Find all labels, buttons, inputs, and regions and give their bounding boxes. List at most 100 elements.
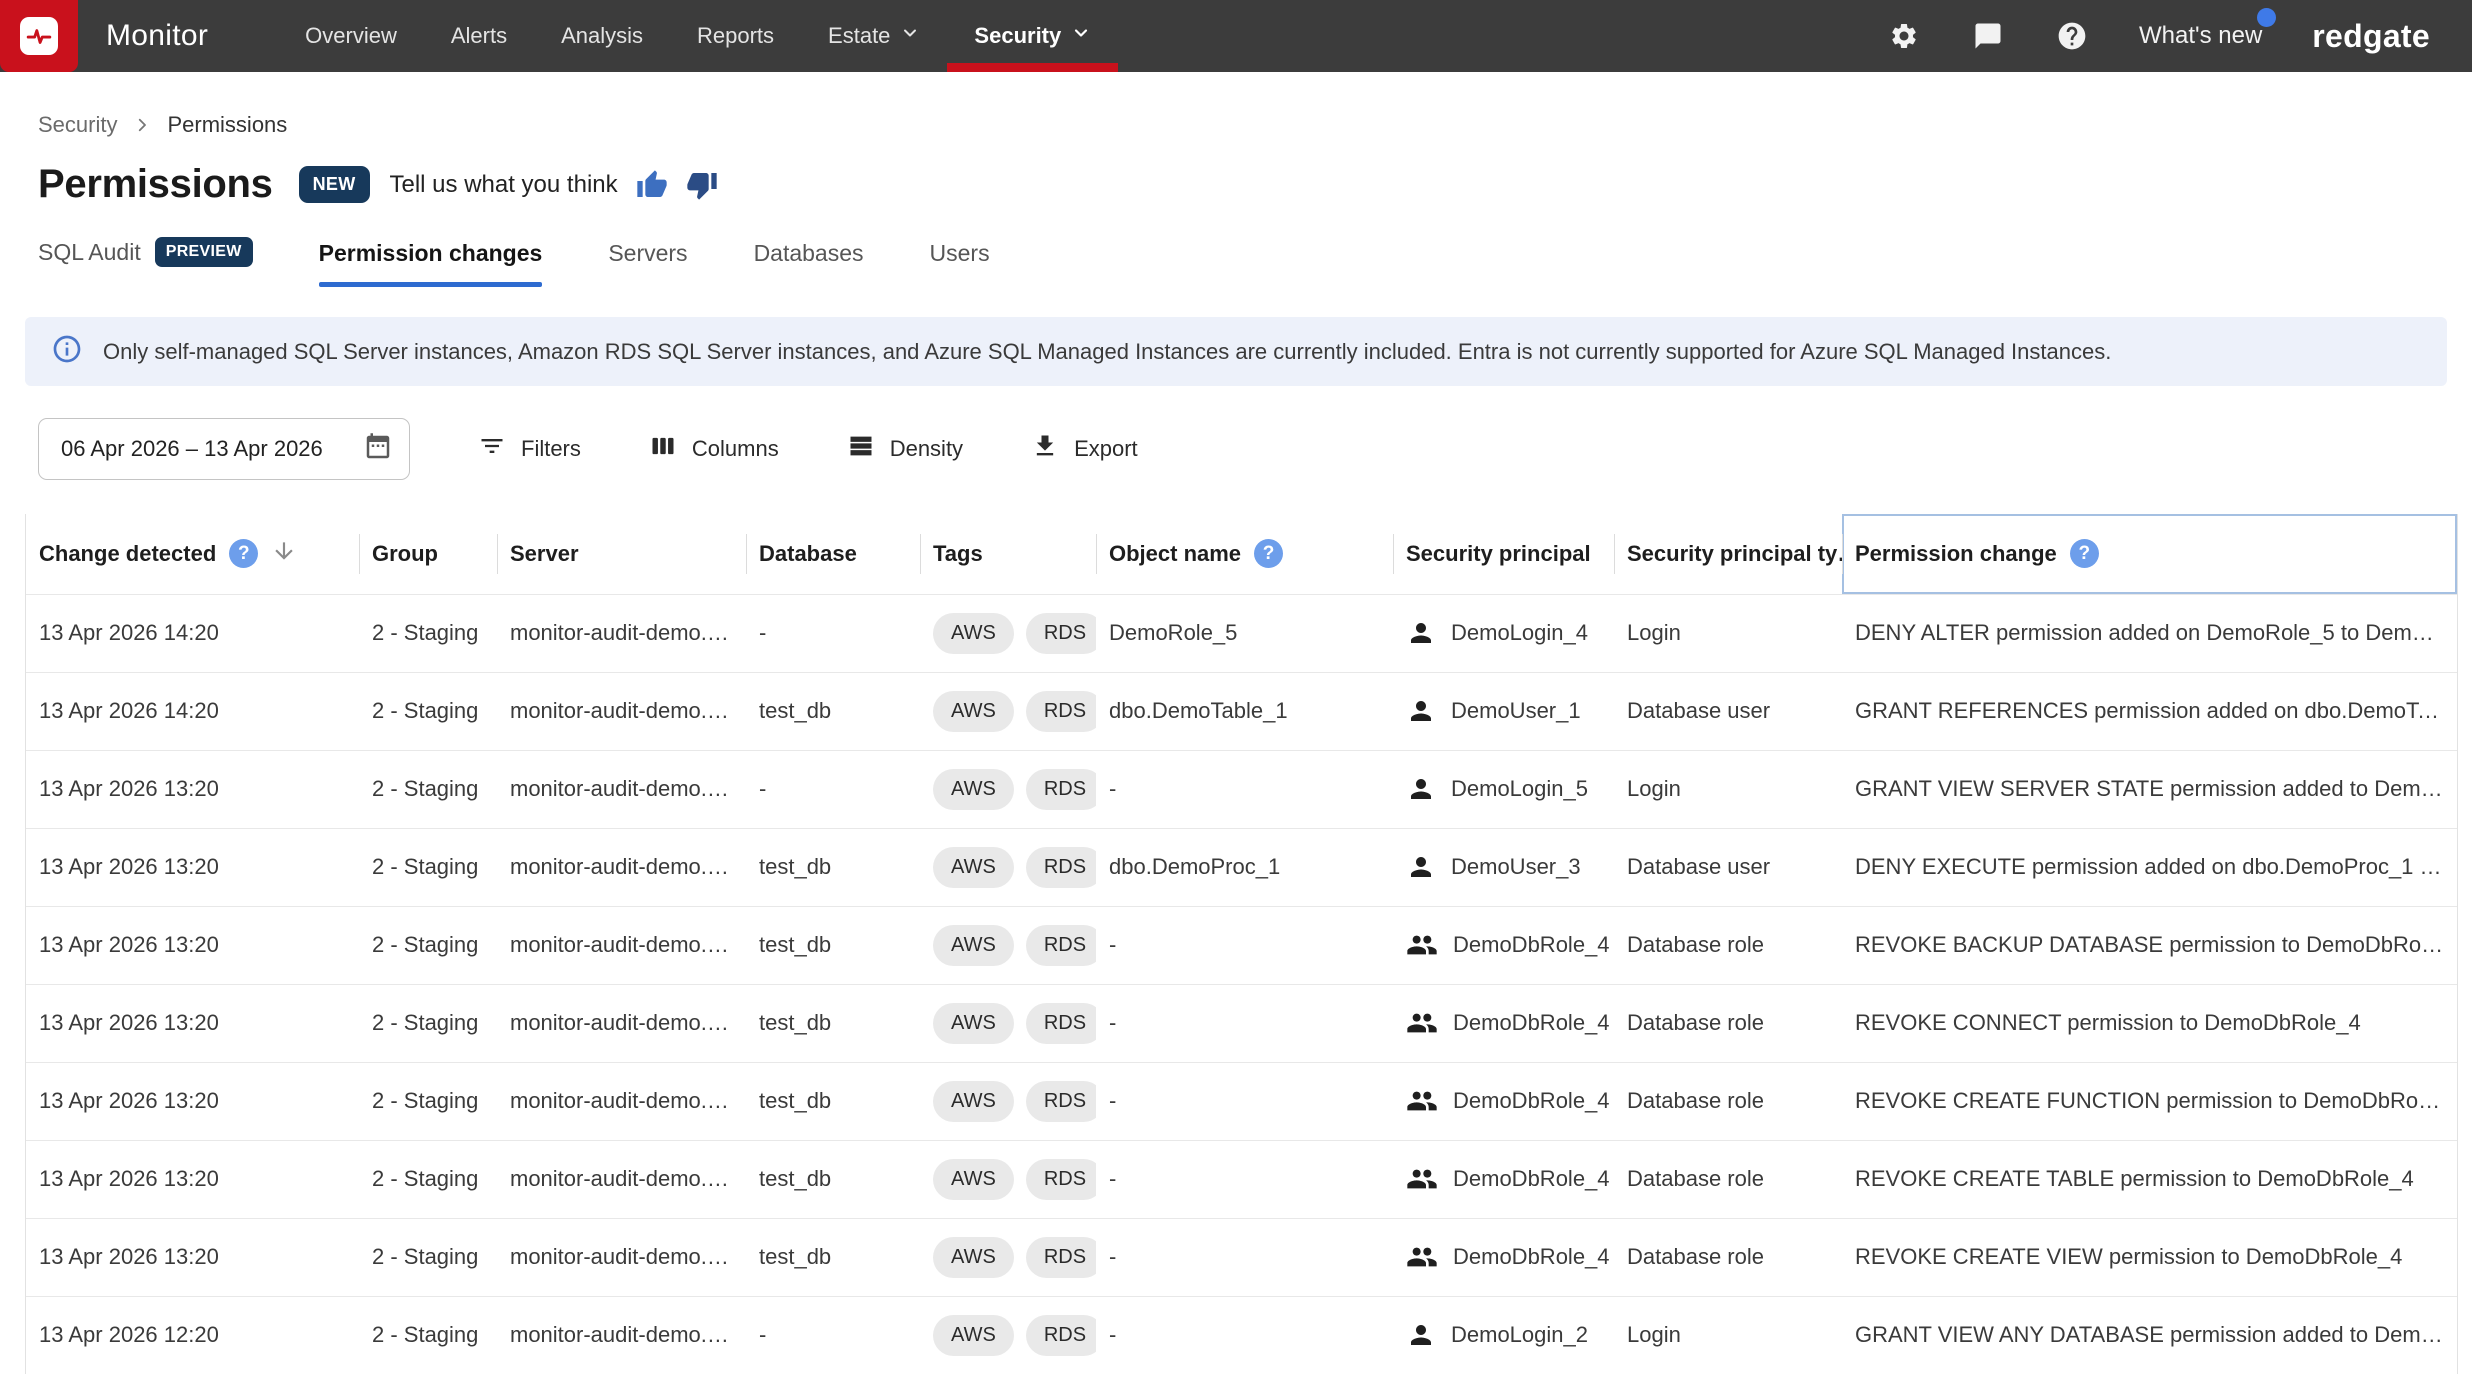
cell-group: 2 - Staging: [359, 906, 497, 984]
table-row[interactable]: 13 Apr 2026 13:20 2 - Staging monitor-au…: [26, 1140, 2457, 1218]
brand-title: Monitor: [106, 19, 208, 53]
chat-icon[interactable]: [1971, 19, 2005, 53]
thumb-down-icon[interactable]: [686, 169, 718, 201]
column-header-database[interactable]: Database: [746, 514, 920, 594]
help-circle-icon[interactable]: [2055, 19, 2089, 53]
question-help-icon[interactable]: ?: [2070, 539, 2099, 568]
tab-bar: SQL Audit PREVIEW Permission changes Ser…: [38, 237, 2472, 287]
tab-sql-audit[interactable]: SQL Audit PREVIEW: [38, 237, 253, 287]
cell-object-name: -: [1096, 1140, 1393, 1218]
tab-servers[interactable]: Servers: [608, 240, 687, 287]
cell-object-name: -: [1096, 906, 1393, 984]
date-range-picker[interactable]: 06 Apr 2026 – 13 Apr 2026: [38, 418, 410, 480]
whats-new-link[interactable]: What's new: [2139, 22, 2262, 50]
tag-pill: RDS: [1026, 847, 1096, 888]
user-group-icon: [1406, 929, 1438, 961]
nav-item-analysis[interactable]: Analysis: [534, 0, 670, 72]
cell-change-detected: 13 Apr 2026 14:20: [26, 594, 359, 672]
tag-pill: AWS: [933, 925, 1014, 966]
redgate-logo[interactable]: redgate: [2312, 18, 2430, 55]
table-row[interactable]: 13 Apr 2026 14:20 2 - Staging monitor-au…: [26, 594, 2457, 672]
cell-permission-change: DENY EXECUTE permission added on dbo.Dem…: [1842, 828, 2457, 906]
cell-principal-type: Database user: [1614, 828, 1842, 906]
cell-permission-change: REVOKE CREATE FUNCTION permission to Dem…: [1842, 1062, 2457, 1140]
user-icon: [1406, 852, 1436, 882]
calendar-icon: [363, 432, 393, 467]
thumb-up-icon[interactable]: [636, 169, 668, 201]
table-row[interactable]: 13 Apr 2026 13:20 2 - Staging monitor-au…: [26, 828, 2457, 906]
notification-dot: [2257, 8, 2276, 27]
cell-principal-type: Login: [1614, 594, 1842, 672]
question-help-icon[interactable]: ?: [1254, 539, 1283, 568]
column-header-security-principal-type[interactable]: Security principal ty…: [1614, 514, 1842, 594]
nav-item-estate[interactable]: Estate: [801, 0, 947, 72]
nav-item-overview[interactable]: Overview: [278, 0, 424, 72]
pulse-logo-icon: [20, 17, 58, 55]
cell-database: test_db: [746, 984, 920, 1062]
columns-button[interactable]: Columns: [643, 431, 785, 467]
cell-security-principal: DemoDbRole_4: [1393, 906, 1614, 984]
column-header-permission-change[interactable]: Permission change ?: [1842, 514, 2457, 594]
cell-object-name: -: [1096, 984, 1393, 1062]
user-icon: [1406, 774, 1436, 804]
column-header-change-detected[interactable]: Change detected ?: [26, 514, 359, 594]
sort-desc-icon[interactable]: [271, 538, 297, 570]
tab-permission-changes[interactable]: Permission changes: [319, 240, 543, 287]
user-group-icon: [1406, 1007, 1438, 1039]
tab-databases[interactable]: Databases: [754, 240, 864, 287]
user-group-icon: [1406, 1241, 1438, 1273]
density-button[interactable]: Density: [841, 431, 969, 467]
chevron-down-icon: [1071, 23, 1091, 49]
column-header-tags[interactable]: Tags: [920, 514, 1096, 594]
column-header-server[interactable]: Server: [497, 514, 746, 594]
column-header-group[interactable]: Group: [359, 514, 497, 594]
cell-object-name: -: [1096, 1218, 1393, 1296]
app-logo[interactable]: [0, 0, 78, 72]
cell-tags: AWSRDS: [920, 906, 1096, 984]
cell-change-detected: 13 Apr 2026 12:20: [26, 1296, 359, 1374]
cell-group: 2 - Staging: [359, 828, 497, 906]
banner-text: Only self-managed SQL Server instances, …: [103, 339, 2111, 365]
export-button[interactable]: Export: [1025, 431, 1144, 467]
question-help-icon[interactable]: ?: [229, 539, 258, 568]
table-row[interactable]: 13 Apr 2026 13:20 2 - Staging monitor-au…: [26, 906, 2457, 984]
cell-principal-type: Database role: [1614, 906, 1842, 984]
cell-tags: AWSRDS: [920, 1062, 1096, 1140]
table-row[interactable]: 13 Apr 2026 13:20 2 - Staging monitor-au…: [26, 1062, 2457, 1140]
table-row[interactable]: 13 Apr 2026 13:20 2 - Staging monitor-au…: [26, 984, 2457, 1062]
gear-icon[interactable]: [1887, 19, 1921, 53]
feedback-text: Tell us what you think: [390, 171, 618, 199]
nav-item-alerts[interactable]: Alerts: [424, 0, 534, 72]
cell-group: 2 - Staging: [359, 750, 497, 828]
user-group-icon: [1406, 1163, 1438, 1195]
column-header-object-name[interactable]: Object name ?: [1096, 514, 1393, 594]
cell-group: 2 - Staging: [359, 1062, 497, 1140]
tag-pill: AWS: [933, 847, 1014, 888]
cell-tags: AWSRDS: [920, 1296, 1096, 1374]
tag-pill: AWS: [933, 691, 1014, 732]
nav-item-security[interactable]: Security: [947, 0, 1118, 72]
cell-security-principal: DemoDbRole_4: [1393, 984, 1614, 1062]
table-row[interactable]: 13 Apr 2026 12:20 2 - Staging monitor-au…: [26, 1296, 2457, 1374]
cell-change-detected: 13 Apr 2026 14:20: [26, 672, 359, 750]
table-row[interactable]: 13 Apr 2026 13:20 2 - Staging monitor-au…: [26, 750, 2457, 828]
cell-change-detected: 13 Apr 2026 13:20: [26, 906, 359, 984]
filters-button[interactable]: Filters: [472, 431, 587, 467]
user-group-icon: [1406, 1085, 1438, 1117]
table-row[interactable]: 13 Apr 2026 14:20 2 - Staging monitor-au…: [26, 672, 2457, 750]
tab-users[interactable]: Users: [930, 240, 990, 287]
tag-pill: RDS: [1026, 613, 1096, 654]
cell-permission-change: DENY ALTER permission added on DemoRole_…: [1842, 594, 2457, 672]
tag-pill: RDS: [1026, 691, 1096, 732]
cell-database: test_db: [746, 1062, 920, 1140]
column-header-security-principal[interactable]: Security principal: [1393, 514, 1614, 594]
cell-server: monitor-audit-demo.c…: [497, 672, 746, 750]
table-row[interactable]: 13 Apr 2026 13:20 2 - Staging monitor-au…: [26, 1218, 2457, 1296]
cell-object-name: -: [1096, 1062, 1393, 1140]
tag-pill: AWS: [933, 1003, 1014, 1044]
breadcrumb-security[interactable]: Security: [38, 112, 117, 138]
nav-item-reports[interactable]: Reports: [670, 0, 801, 72]
cell-principal-type: Database role: [1614, 984, 1842, 1062]
tag-pill: AWS: [933, 1081, 1014, 1122]
cell-tags: AWSRDS: [920, 750, 1096, 828]
